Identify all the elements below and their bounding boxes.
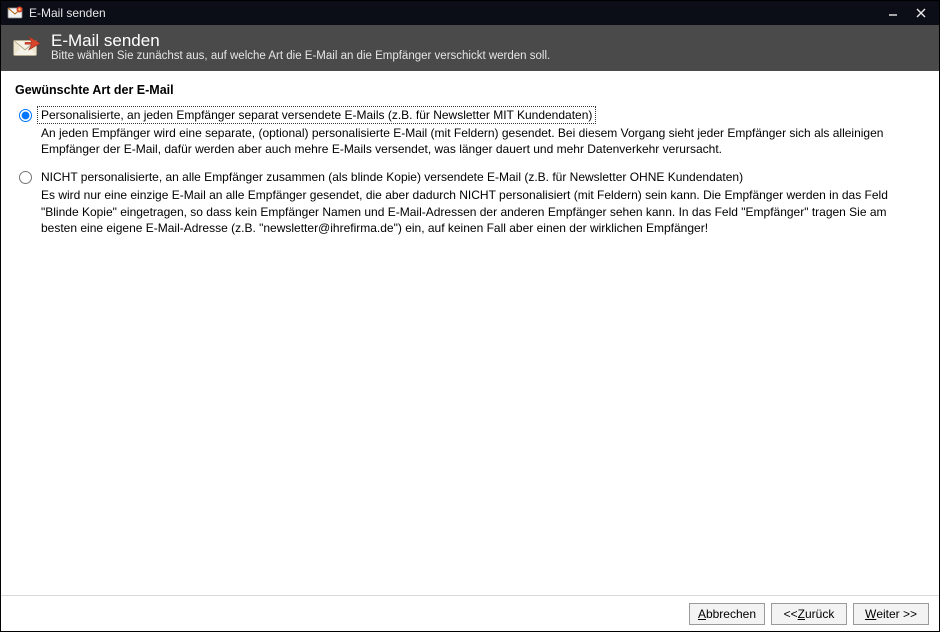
option-personalized: Personalisierte, an jeden Empfänger sepa…	[15, 107, 925, 157]
option-nonpersonalized: NICHT personalisierte, an alle Empfänger…	[15, 169, 925, 236]
window-frame: E-Mail senden E-Mail senden Bitte wählen…	[0, 0, 940, 632]
envelope-send-icon	[11, 33, 41, 63]
option-nonpersonalized-description: Es wird nur eine einzige E-Mail an alle …	[41, 187, 925, 236]
option-nonpersonalized-row[interactable]: NICHT personalisierte, an alle Empfänger…	[19, 169, 925, 185]
titlebar[interactable]: E-Mail senden	[1, 1, 939, 25]
close-button[interactable]	[907, 3, 935, 23]
back-button[interactable]: << Zurück	[771, 603, 847, 625]
section-heading: Gewünschte Art der E-Mail	[15, 83, 925, 97]
header-title: E-Mail senden	[51, 32, 550, 51]
next-button[interactable]: Weiter >>	[853, 603, 929, 625]
cancel-button[interactable]: Abbrechen	[689, 603, 765, 625]
footer-bar: Abbrechen << Zurück Weiter >>	[1, 595, 939, 631]
app-icon	[7, 5, 23, 21]
content-area: Gewünschte Art der E-Mail Personalisiert…	[1, 71, 939, 595]
radio-nonpersonalized[interactable]	[19, 171, 32, 184]
radio-personalized[interactable]	[19, 109, 32, 122]
window-title: E-Mail senden	[29, 6, 106, 20]
header-subtitle: Bitte wählen Sie zunächst aus, auf welch…	[51, 50, 550, 64]
header-band: E-Mail senden Bitte wählen Sie zunächst …	[1, 25, 939, 71]
option-personalized-description: An jeden Empfänger wird eine separate, (…	[41, 125, 925, 157]
option-personalized-row[interactable]: Personalisierte, an jeden Empfänger sepa…	[19, 107, 925, 123]
radio-nonpersonalized-label: NICHT personalisierte, an alle Empfänger…	[38, 169, 746, 185]
minimize-button[interactable]	[879, 3, 907, 23]
radio-personalized-label: Personalisierte, an jeden Empfänger sepa…	[38, 107, 595, 123]
header-text: E-Mail senden Bitte wählen Sie zunächst …	[51, 32, 550, 64]
